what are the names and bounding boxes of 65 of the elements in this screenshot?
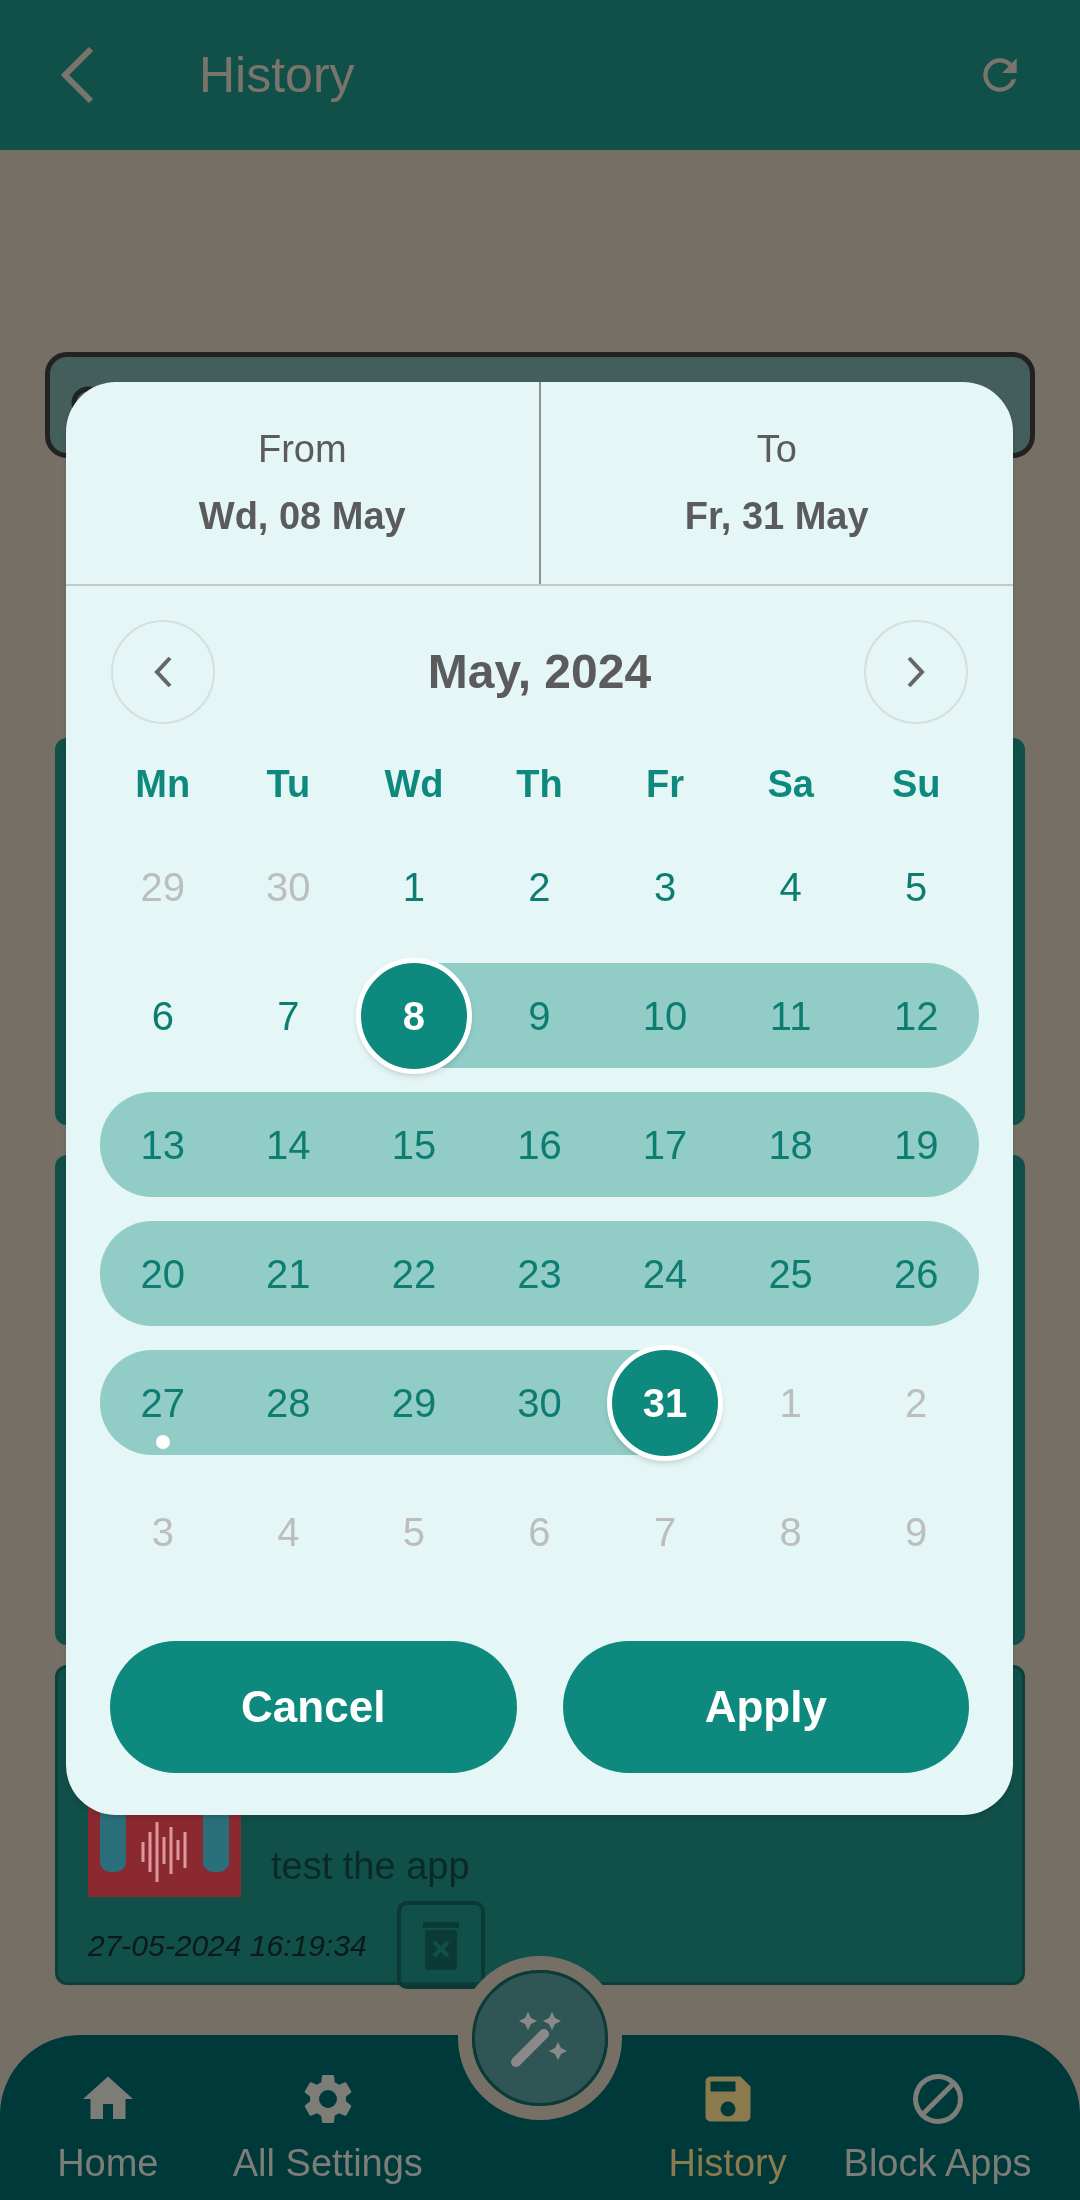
nav-item[interactable]: Block Apps	[843, 2069, 1032, 2192]
weekday-label: Tu	[266, 761, 311, 807]
day-cell[interactable]: 3	[151, 1501, 174, 1562]
selected-day[interactable]: 8	[355, 957, 472, 1074]
delete-button[interactable]	[396, 1901, 485, 1989]
day-cell[interactable]: 6	[528, 1501, 551, 1562]
nav-item[interactable]: Home	[57, 2069, 159, 2192]
nav-item[interactable]: All Settings	[232, 2069, 423, 2192]
day-cell[interactable]: 10	[642, 985, 688, 1046]
previous-month-button[interactable]	[111, 620, 215, 724]
day-cell[interactable]: 28	[266, 1372, 311, 1433]
day-cell[interactable]: 26	[893, 1243, 939, 1304]
day-cell[interactable]: 15	[391, 1114, 437, 1175]
day-cell[interactable]: 30	[266, 856, 311, 917]
day-cell[interactable]: 7	[653, 1501, 677, 1562]
day-cell[interactable]: 17	[642, 1114, 688, 1175]
weekday-label: Wd	[384, 761, 444, 807]
day-cell[interactable]: 29	[140, 856, 186, 917]
day-cell[interactable]: 14	[266, 1114, 311, 1175]
day-cell[interactable]: 18	[768, 1114, 813, 1175]
chevron-left-icon	[152, 655, 174, 689]
day-cell[interactable]: 4	[779, 856, 802, 917]
day-cell[interactable]: 25	[768, 1243, 813, 1304]
day-cell[interactable]: 19	[893, 1114, 939, 1175]
magic-button[interactable]	[458, 1956, 622, 2120]
day-cell[interactable]: 9	[905, 1501, 928, 1562]
month-title: May, 2024	[427, 644, 652, 700]
weekday-label: Th	[516, 761, 563, 807]
next-month-button[interactable]	[864, 620, 968, 724]
day-cell[interactable]: 30	[517, 1372, 562, 1433]
chevron-right-icon	[905, 655, 927, 689]
day-cell[interactable]: 9	[528, 985, 551, 1046]
day-cell[interactable]: 11	[769, 985, 812, 1046]
day-cell[interactable]: 5	[402, 1501, 426, 1562]
day-cell[interactable]: 16	[517, 1114, 562, 1175]
day-cell[interactable]: 4	[277, 1501, 300, 1562]
to-date-tab[interactable]: To Fr, 31 May	[540, 382, 1013, 584]
day-cell[interactable]: 6	[151, 985, 174, 1046]
day-cell[interactable]: 8	[779, 1501, 802, 1562]
day-cell[interactable]: 12	[893, 985, 939, 1046]
selected-day[interactable]: 31	[607, 1344, 724, 1461]
apply-button[interactable]: Apply	[562, 1641, 969, 1773]
day-cell[interactable]: 23	[517, 1243, 562, 1304]
day-cell[interactable]: 29	[391, 1372, 437, 1433]
weekday-label: Su	[891, 761, 941, 807]
day-cell[interactable]: 1	[402, 856, 426, 917]
day-cell[interactable]: 22	[391, 1243, 437, 1304]
day-cell[interactable]: 20	[140, 1243, 186, 1304]
from-date-tab[interactable]: From Wd, 08 May	[66, 382, 541, 584]
day-cell[interactable]: 2	[905, 1372, 928, 1433]
day-cell[interactable]: 21	[266, 1243, 311, 1304]
weekday-label: Sa	[767, 761, 814, 807]
day-cell[interactable]: 3	[653, 856, 677, 917]
cancel-button[interactable]: Cancel	[110, 1641, 517, 1773]
day-cell[interactable]: 7	[277, 985, 300, 1046]
screen-title: History	[199, 45, 355, 105]
day-cell[interactable]: 1	[779, 1372, 802, 1433]
day-cell[interactable]: 13	[140, 1114, 186, 1175]
weekday-label: Fr	[646, 761, 685, 807]
weekday-label: Mn	[135, 761, 191, 807]
nav-item[interactable]: History	[668, 2069, 787, 2192]
day-cell[interactable]: 2	[528, 856, 551, 917]
day-cell[interactable]: 5	[905, 856, 928, 917]
day-cell[interactable]: 24	[642, 1243, 688, 1304]
day-cell[interactable]: 27	[140, 1372, 186, 1433]
